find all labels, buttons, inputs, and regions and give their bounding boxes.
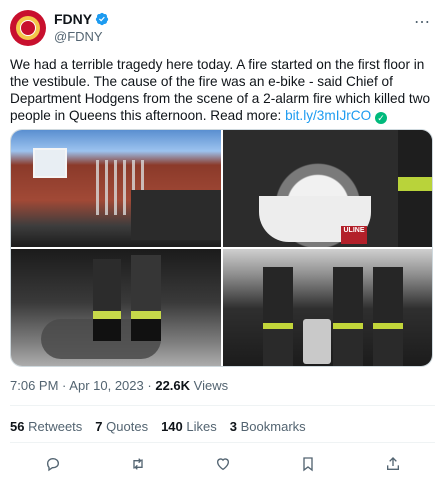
quotes-label: Quotes [106,419,149,434]
tweet-link[interactable]: bit.ly/3mIJrCO [285,108,371,123]
firefighter-coat [398,130,432,247]
bookmarks-label: Bookmarks [240,419,306,434]
tweet-header: FDNY @FDNY ⋯ [10,10,435,50]
like-icon [216,458,229,471]
firefighter-boot [131,255,161,341]
likes-stat[interactable]: 140 Likes [161,419,217,434]
verified-badge-icon [96,12,109,26]
tweet-text: We had a terrible tragedy here today. A … [10,56,436,124]
share-icon [386,457,399,470]
retweets-label: Retweets [28,419,83,434]
author-handle[interactable]: @FDNY [54,29,103,44]
likes-label: Likes [186,419,217,434]
check-mark-icon: ✓ [374,112,387,124]
avatar-badge-core [20,20,36,36]
quotes-stat[interactable]: 7 Quotes [95,419,148,434]
action-bar [10,449,435,479]
firefighter [263,267,293,366]
divider [10,442,435,443]
reply-icon [46,457,59,472]
retweet-icon [132,458,143,470]
views-label: Views [193,378,229,393]
likes-count: 140 [161,419,183,434]
meta-separator: · [147,378,152,393]
tweet-time[interactable]: 7:06 PM [10,378,58,393]
engagement-stats: 56 Retweets 7 Quotes 140 Likes 3 Bookmar… [10,419,306,434]
tweet: FDNY @FDNY ⋯ We had a terrible tragedy h… [0,0,445,493]
divider [10,405,435,406]
tweet-date[interactable]: Apr 10, 2023 [69,378,143,393]
reply-button[interactable] [38,449,68,479]
views-count: 22.6K [155,378,191,393]
photo-firefighters-street[interactable] [223,249,432,366]
fire-truck [131,190,221,240]
firefighter [373,267,403,366]
more-options-icon[interactable]: ⋯ [414,12,431,32]
bucket-label: ULINE [341,226,367,244]
retweets-count: 56 [10,419,25,434]
media-grid: ULINE [10,129,433,367]
bookmark-icon [302,457,313,472]
metal-can [303,319,331,364]
avatar[interactable] [10,10,46,46]
author-row: FDNY [54,11,109,27]
photo-firefighter-boots-e-bike[interactable] [11,249,221,366]
photo-firefighters-outside-house[interactable] [11,130,221,247]
quotes-count: 7 [95,419,103,434]
retweets-stat[interactable]: 56 Retweets [10,419,82,434]
author-name[interactable]: FDNY [54,11,92,27]
house-window [33,148,67,178]
bookmarks-count: 3 [229,419,237,434]
bookmarks-stat[interactable]: 3 Bookmarks [230,419,306,434]
like-button[interactable] [208,449,238,479]
firefighter-boot [93,259,121,341]
tweet-meta: 7:06 PM · Apr 10, 2023 · 22.6K Views [10,378,228,393]
firefighter [333,267,363,366]
bookmark-button[interactable] [293,449,323,479]
photo-burned-battery-bucket[interactable]: ULINE [223,130,432,247]
meta-separator: · [62,378,67,393]
retweet-button[interactable] [123,449,153,479]
share-button[interactable] [378,449,408,479]
